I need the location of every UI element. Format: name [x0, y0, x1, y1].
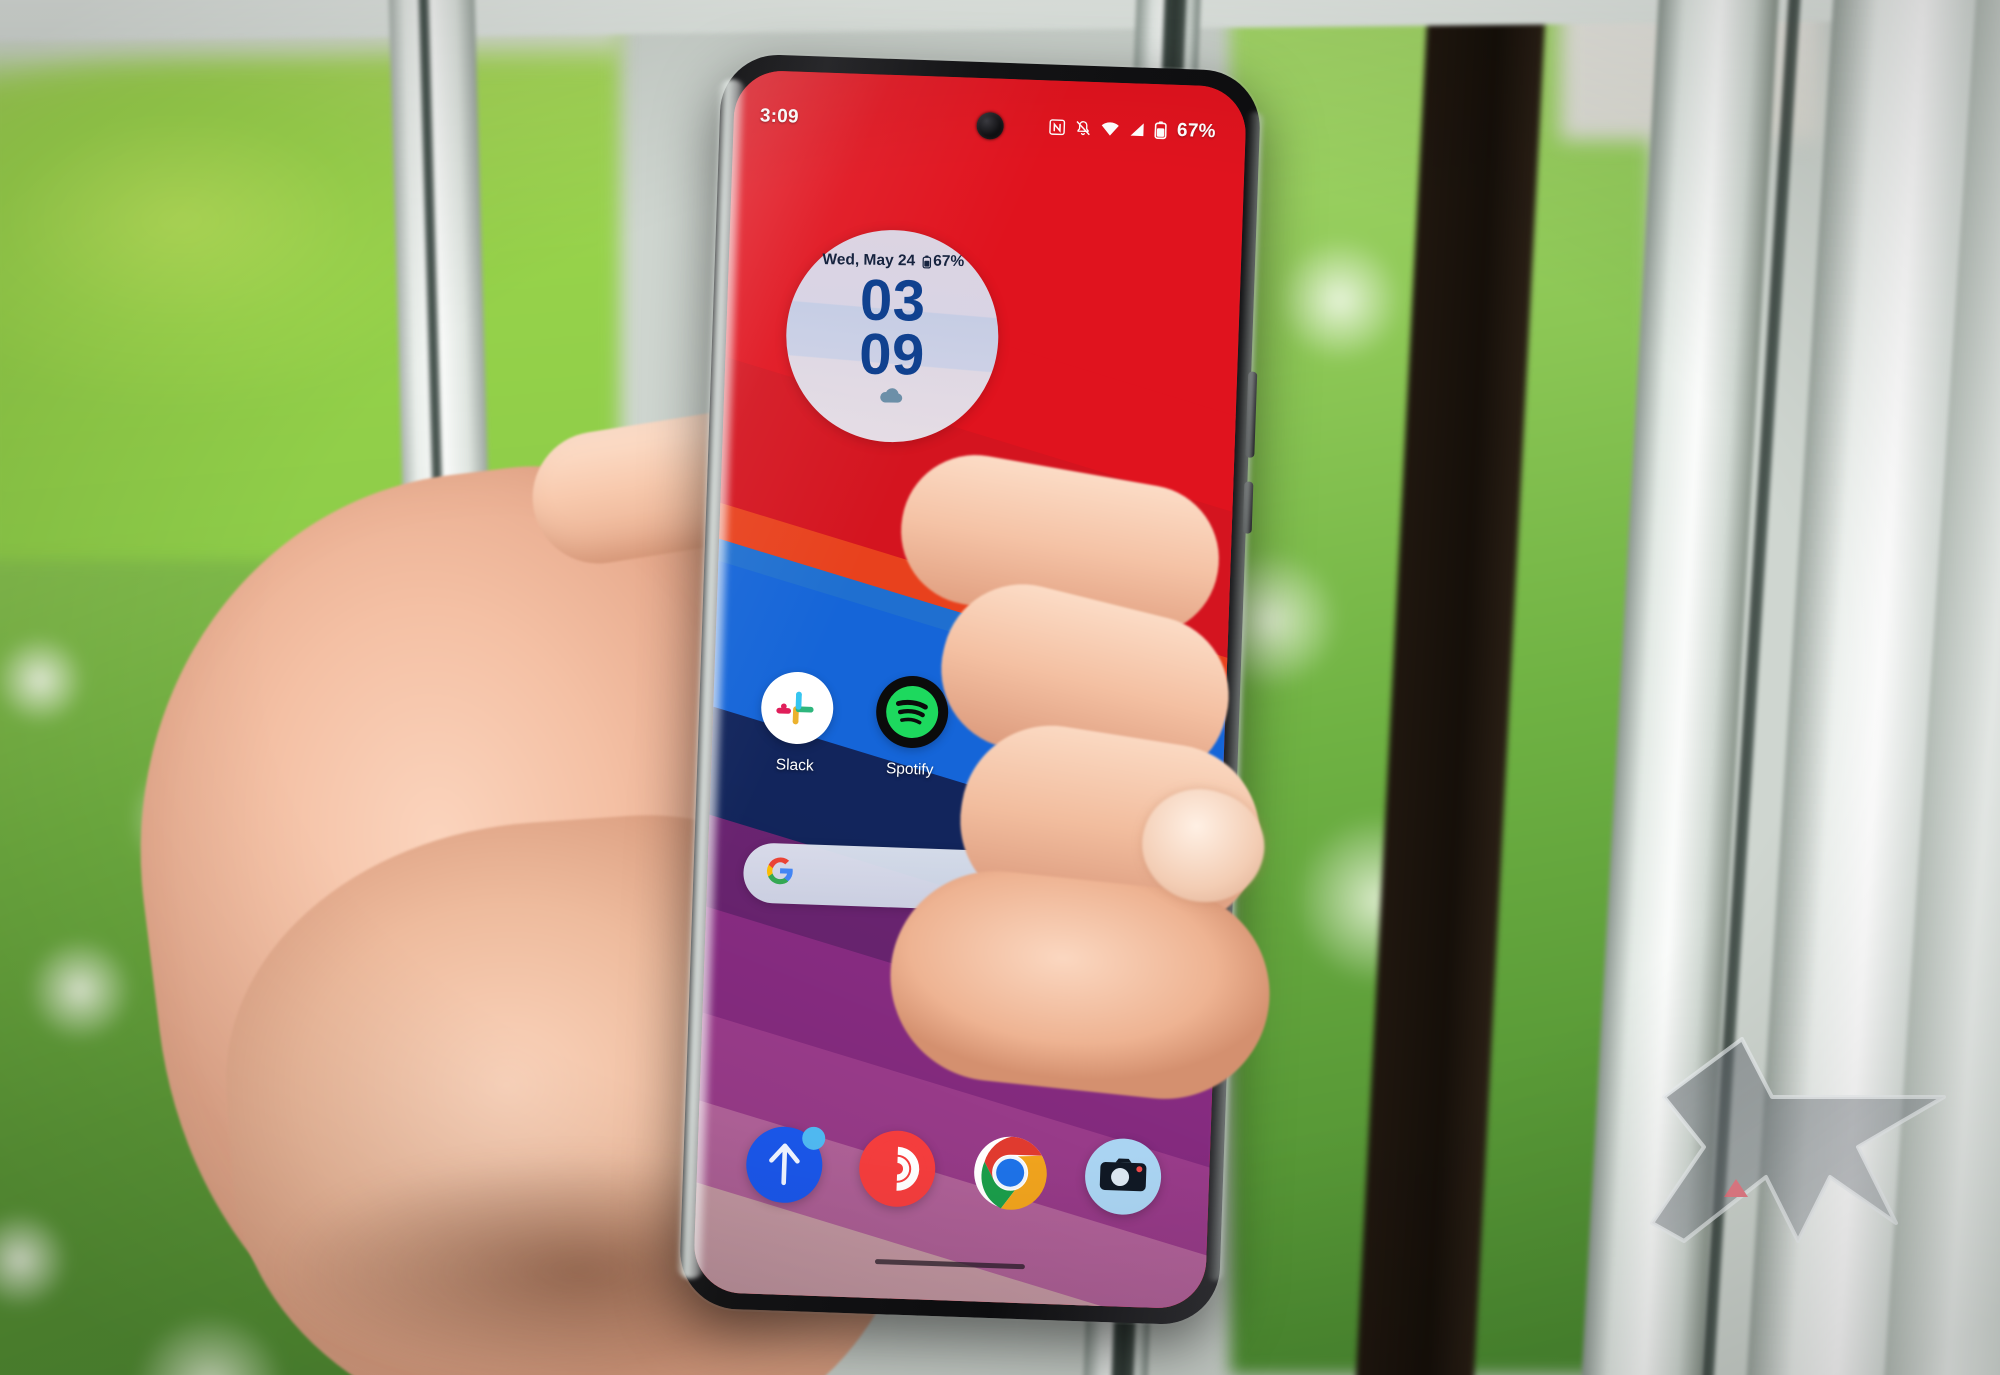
widget-battery-label: 67%: [933, 252, 965, 271]
screenshot-canvas: 3:09 67% Wed, May 24 67% 03 09 Slack Spo…: [0, 0, 2000, 1375]
widget-battery: 67%: [922, 252, 964, 271]
widget-minutes: 09: [858, 321, 926, 388]
notifications-muted-icon: [1075, 119, 1093, 137]
cellular-signal-icon: [1129, 121, 1147, 138]
blue-arrow-up-icon[interactable]: [744, 1125, 826, 1205]
google-g-icon: [765, 856, 795, 891]
app-slack[interactable]: Slack: [743, 670, 849, 776]
chrome-icon[interactable]: [970, 1133, 1049, 1212]
cloud-icon: [877, 386, 905, 409]
status-bar-clock: 3:09: [759, 105, 800, 128]
battery-percent-label: 67%: [1176, 119, 1216, 143]
camera-app-icon[interactable]: [1083, 1137, 1162, 1216]
app-label: Spotify: [885, 760, 934, 779]
dock-badge: [801, 1126, 826, 1151]
slack-icon[interactable]: [759, 670, 834, 746]
status-bar-icons: 67%: [1049, 115, 1216, 143]
battery-icon: [1154, 121, 1168, 140]
pocket-casts-icon[interactable]: [857, 1129, 937, 1209]
widget-hours: 03: [859, 267, 926, 334]
wifi-icon: [1101, 120, 1121, 137]
battery-small-icon: [922, 255, 931, 268]
android-police-logo: [1644, 1027, 1954, 1317]
spotify-icon[interactable]: [874, 674, 949, 750]
app-label: Slack: [775, 756, 814, 775]
nfc-icon: [1049, 118, 1067, 136]
